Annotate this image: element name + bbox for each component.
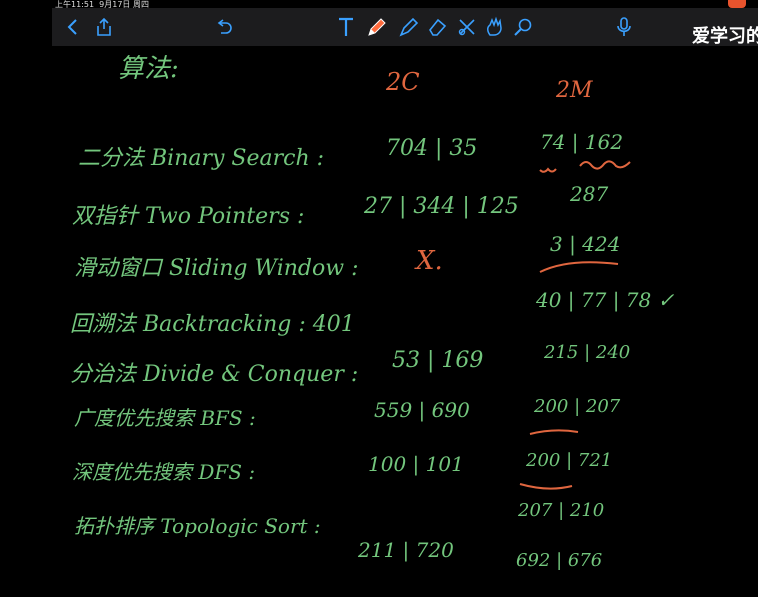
left-margin bbox=[0, 0, 52, 597]
microphone-icon[interactable] bbox=[612, 14, 636, 40]
topic-sliding-window: 滑动窗口 Sliding Window : bbox=[74, 256, 359, 281]
row-sliding-window-col1: X. bbox=[416, 246, 443, 276]
row-binary-search-col2: 74 | 162 bbox=[540, 130, 624, 154]
row-bfs-col2: 200 | 207 bbox=[534, 396, 621, 417]
row-binary-search-col1: 704 | 35 bbox=[386, 136, 478, 161]
underline-mark bbox=[539, 160, 631, 173]
lasso-icon[interactable] bbox=[454, 14, 480, 40]
eraser-icon[interactable] bbox=[424, 14, 450, 40]
row-two-pointers-col2: 287 bbox=[570, 182, 609, 206]
underline-mark bbox=[529, 429, 579, 435]
row-bfs-col1: 559 | 690 bbox=[374, 398, 470, 422]
row-topologic-sort-col2: 207 | 210 bbox=[518, 500, 605, 521]
back-icon[interactable] bbox=[62, 14, 84, 40]
zoom-icon[interactable] bbox=[510, 14, 536, 40]
note-canvas[interactable]: 算法: 2C 2M 二分法 Binary Search : 704 | 35 7… bbox=[52, 46, 746, 576]
underline-mark bbox=[539, 261, 619, 273]
column-header-2c: 2C bbox=[386, 68, 420, 96]
row-extra-col1: 211 | 720 bbox=[358, 538, 454, 562]
highlighter-icon[interactable] bbox=[396, 14, 422, 40]
note-heading: 算法: bbox=[118, 54, 179, 84]
row-dfs-col1: 100 | 101 bbox=[368, 452, 464, 476]
topic-two-pointers: 双指针 Two Pointers : bbox=[72, 204, 305, 229]
row-divide-conquer-col1: 53 | 169 bbox=[392, 348, 484, 373]
recording-indicator bbox=[728, 0, 746, 8]
text-tool-icon[interactable] bbox=[334, 14, 358, 40]
row-extra-col2: 692 | 676 bbox=[516, 550, 603, 571]
topic-bfs: 广度优先搜索 BFS : bbox=[74, 406, 256, 430]
row-backtracking-col2: 40 | 77 | 78 ✓ bbox=[536, 288, 675, 312]
hand-icon[interactable] bbox=[482, 14, 508, 40]
column-header-2m: 2M bbox=[556, 78, 593, 103]
bottom-margin bbox=[0, 576, 758, 597]
pen-icon[interactable] bbox=[364, 14, 390, 40]
topic-dfs: 深度优先搜索 DFS : bbox=[72, 460, 256, 484]
share-icon[interactable] bbox=[92, 14, 116, 40]
toolbar bbox=[52, 8, 758, 46]
underline-mark bbox=[519, 483, 573, 490]
topic-binary-search: 二分法 Binary Search : bbox=[78, 146, 325, 171]
watermark-brand: 爱学习的 bbox=[692, 26, 758, 47]
row-divide-conquer-col2: 215 | 240 bbox=[544, 342, 631, 363]
row-dfs-col2: 200 | 721 bbox=[526, 450, 613, 471]
row-sliding-window-col2: 3 | 424 bbox=[550, 232, 621, 256]
row-two-pointers-col1: 27 | 344 | 125 bbox=[364, 194, 519, 219]
topic-topologic-sort: 拓扑排序 Topologic Sort : bbox=[74, 514, 321, 538]
topic-backtracking: 回溯法 Backtracking : 401 bbox=[70, 312, 355, 337]
topic-divide-conquer: 分治法 Divide & Conquer : bbox=[70, 362, 359, 387]
undo-icon[interactable] bbox=[212, 14, 236, 40]
